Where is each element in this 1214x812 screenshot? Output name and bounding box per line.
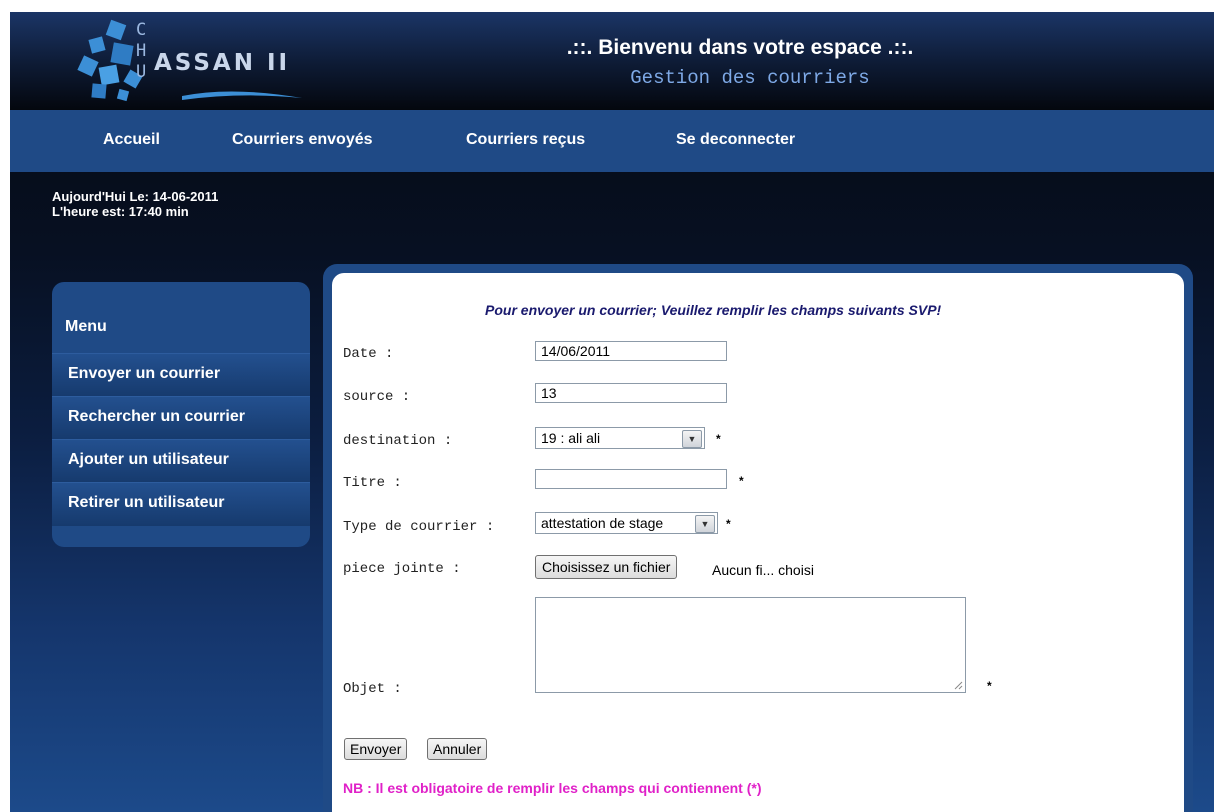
date-field[interactable]: 14/06/2011	[535, 341, 727, 361]
sidebar-item-rechercher[interactable]: Rechercher un courrier	[52, 396, 310, 440]
source-field[interactable]: 13	[535, 383, 727, 403]
destination-select[interactable]: 19 : ali ali ▼	[535, 427, 705, 449]
source-label: source :	[343, 389, 411, 405]
header: C H U ASSAN II .::. Bienvenu dans votre …	[10, 12, 1214, 110]
titre-label: Titre :	[343, 475, 402, 491]
page-background: C H U ASSAN II .::. Bienvenu dans votre …	[10, 12, 1214, 812]
resize-grip-icon[interactable]	[954, 681, 963, 690]
required-fields-note: NB : Il est obligatoire de remplir les c…	[343, 780, 762, 796]
welcome-title: .::. Bienvenu dans votre espace .::.	[566, 36, 914, 59]
type-label: Type de courrier :	[343, 519, 495, 535]
send-mail-form: Pour envoyer un courrier; Veuillez rempl…	[332, 273, 1184, 812]
required-star: *	[716, 432, 721, 446]
date-label: Date :	[343, 346, 394, 362]
sidebar-item-label: Rechercher un courrier	[68, 408, 245, 425]
required-star: *	[987, 679, 992, 693]
nav-item-courriers-envoyes[interactable]: Courriers envoyés	[232, 131, 373, 149]
current-time: L'heure est: 17:40 min	[52, 204, 189, 219]
titre-field[interactable]	[535, 469, 727, 489]
app-subtitle: Gestion des courriers	[630, 67, 870, 89]
piece-jointe-label: piece jointe :	[343, 561, 461, 577]
sidebar-item-label: Retirer un utilisateur	[68, 494, 225, 511]
type-courrier-select[interactable]: attestation de stage ▼	[535, 512, 718, 534]
sidebar-title: Menu	[65, 318, 107, 335]
chu-hassan-logo: C H U ASSAN II	[72, 16, 322, 106]
objet-label: Objet :	[343, 681, 402, 697]
date-time-info: Aujourd'Hui Le: 14-06-2011 L'heure est: …	[52, 189, 218, 219]
sidebar-item-retirer-utilisateur[interactable]: Retirer un utilisateur	[52, 482, 310, 526]
form-intro: Pour envoyer un courrier; Veuillez rempl…	[485, 302, 942, 318]
choose-file-button[interactable]: Choisissez un fichier	[535, 555, 678, 579]
envoyer-button[interactable]: Envoyer	[344, 738, 408, 760]
type-selected-value: attestation de stage	[541, 515, 664, 531]
sidebar-item-ajouter-utilisateur[interactable]: Ajouter un utilisateur	[52, 439, 310, 483]
nav-item-se-deconnecter[interactable]: Se deconnecter	[676, 131, 795, 149]
current-date: Aujourd'Hui Le: 14-06-2011	[52, 189, 219, 204]
annuler-button[interactable]: Annuler	[427, 738, 488, 760]
destination-selected-value: 19 : ali ali	[541, 430, 601, 446]
required-star: *	[739, 474, 744, 488]
sidebar-item-envoyer[interactable]: Envoyer un courrier	[52, 353, 310, 397]
top-navigation: Accueil Courriers envoyés Courriers reçu…	[10, 110, 1214, 172]
objet-textarea[interactable]	[535, 597, 966, 693]
file-status: Aucun fi... choisi	[712, 562, 814, 578]
sidebar-menu: Menu Envoyer un courrier Rechercher un c…	[52, 282, 310, 547]
logo-name: ASSAN II	[154, 50, 291, 76]
nav-item-courriers-recus[interactable]: Courriers reçus	[466, 131, 585, 149]
required-star: *	[726, 517, 731, 531]
nav-item-accueil[interactable]: Accueil	[103, 131, 160, 149]
destination-label: destination :	[343, 433, 453, 449]
logo-letters: C H U	[136, 20, 147, 82]
chevron-down-icon[interactable]: ▼	[695, 515, 715, 533]
sidebar-item-label: Ajouter un utilisateur	[68, 451, 229, 468]
sidebar-item-label: Envoyer un courrier	[68, 365, 221, 382]
chevron-down-icon[interactable]: ▼	[682, 430, 702, 448]
